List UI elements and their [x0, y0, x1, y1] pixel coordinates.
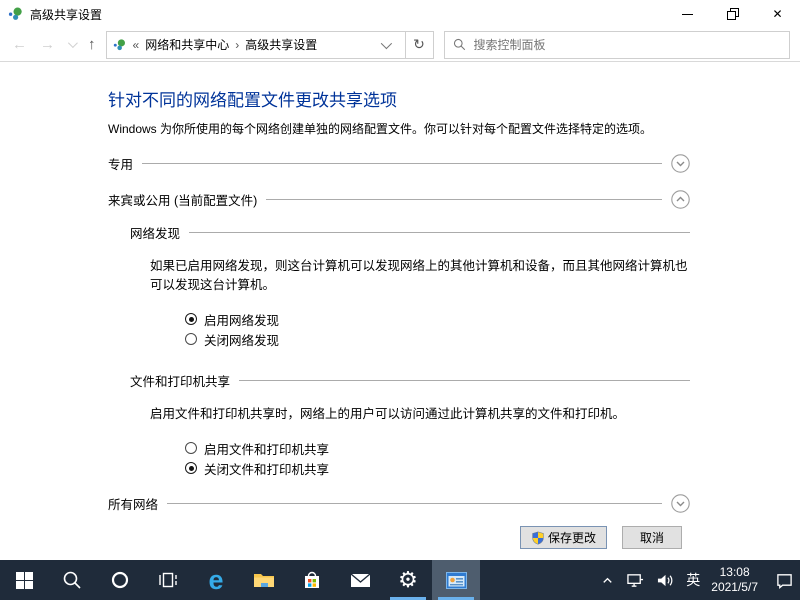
- network-discovery-block: 网络发现 如果已启用网络发现，则这台计算机可以发现网络上的其他计算机和设备，而且…: [130, 223, 690, 478]
- cortana-button[interactable]: [96, 560, 144, 600]
- radio-disable-network-discovery[interactable]: 关闭网络发现: [185, 329, 690, 349]
- profile-section-guest-public: 来宾或公用 (当前配置文件): [108, 190, 690, 209]
- history-dropdown-icon[interactable]: [68, 38, 78, 48]
- task-view-button[interactable]: [144, 560, 192, 600]
- network-status-icon[interactable]: [626, 572, 645, 589]
- search-icon: [453, 38, 466, 51]
- action-center-icon[interactable]: [775, 572, 794, 589]
- settings-app-button[interactable]: ⚙: [384, 560, 432, 600]
- save-button-label: 保存更改: [548, 529, 596, 546]
- divider: [189, 232, 690, 233]
- radio-label[interactable]: 启用文件和打印机共享: [204, 439, 329, 458]
- divider: [142, 163, 662, 164]
- profile-section-all-networks: 所有网络: [108, 494, 690, 513]
- divider: [167, 503, 662, 504]
- divider: [239, 380, 690, 381]
- close-button[interactable]: ✕: [755, 0, 800, 28]
- page-intro: Windows 为你所使用的每个网络创建单独的网络配置文件。你可以针对每个配置文…: [108, 120, 690, 137]
- radio-disable-file-printer-sharing[interactable]: 关闭文件和打印机共享: [185, 458, 690, 478]
- network-sharing-icon: [113, 38, 127, 52]
- window-title: 高级共享设置: [30, 6, 102, 23]
- radio-label[interactable]: 启用网络发现: [204, 310, 279, 329]
- address-dropdown-icon[interactable]: [380, 37, 391, 48]
- forward-icon[interactable]: →: [40, 37, 55, 52]
- radio-icon[interactable]: [185, 462, 197, 474]
- edge-button[interactable]: e: [192, 560, 240, 600]
- profile-all-networks-label: 所有网络: [108, 494, 158, 513]
- chevron-up-icon[interactable]: [671, 190, 690, 209]
- gear-icon: ⚙: [398, 569, 418, 591]
- file-printer-sharing-title: 文件和打印机共享: [130, 371, 230, 390]
- radio-icon[interactable]: [185, 313, 197, 325]
- task-view-icon: [158, 570, 178, 590]
- search-box[interactable]: [444, 31, 791, 59]
- chevron-down-icon[interactable]: [671, 154, 690, 173]
- taskbar-search-button[interactable]: [48, 560, 96, 600]
- search-icon: [62, 570, 82, 590]
- store-icon: [302, 570, 322, 590]
- minimize-icon: [682, 14, 693, 15]
- volume-icon[interactable]: [656, 572, 675, 589]
- edge-icon: e: [208, 567, 223, 594]
- cancel-button[interactable]: 取消: [622, 526, 682, 549]
- restore-icon: [727, 8, 739, 20]
- mail-button[interactable]: [336, 560, 384, 600]
- radio-enable-network-discovery[interactable]: 启用网络发现: [185, 309, 690, 329]
- refresh-button[interactable]: ↻: [405, 32, 433, 58]
- back-icon[interactable]: ←: [12, 37, 27, 52]
- profile-section-private: 专用: [108, 154, 690, 173]
- minimize-button[interactable]: [665, 0, 710, 28]
- profile-private-label: 专用: [108, 154, 133, 173]
- radio-icon[interactable]: [185, 442, 197, 454]
- title-bar: 高级共享设置 ✕: [0, 0, 800, 28]
- advanced-sharing-settings-window: 高级共享设置 ✕ ← → ↑: [0, 0, 800, 560]
- clock[interactable]: 13:08 2021/5/7: [711, 565, 758, 595]
- store-button[interactable]: [288, 560, 336, 600]
- tray-chevron-up-icon[interactable]: [600, 573, 615, 588]
- search-input[interactable]: [474, 38, 782, 52]
- settings-content: 针对不同的网络配置文件更改共享选项 Windows 为你所使用的每个网络创建单独…: [0, 62, 800, 559]
- restore-button[interactable]: [710, 0, 755, 28]
- control-panel-window-icon: [446, 572, 467, 589]
- mail-icon: [350, 572, 371, 589]
- breadcrumb-separator-icon[interactable]: ›: [235, 38, 239, 52]
- uac-shield-icon: [531, 531, 545, 545]
- breadcrumb-prefix[interactable]: «: [133, 38, 140, 52]
- control-panel-app-button[interactable]: [432, 560, 480, 600]
- network-discovery-description: 如果已启用网络发现，则这台计算机可以发现网络上的其他计算机和设备，而且其他网络计…: [150, 257, 695, 295]
- radio-icon[interactable]: [185, 333, 197, 345]
- divider: [266, 199, 662, 200]
- address-bar[interactable]: « 网络和共享中心 › 高级共享设置 ↻: [106, 31, 434, 59]
- profile-guest-label: 来宾或公用 (当前配置文件): [108, 190, 257, 209]
- radio-label[interactable]: 关闭文件和打印机共享: [204, 459, 329, 478]
- up-icon[interactable]: ↑: [88, 37, 96, 52]
- breadcrumb-item-network-center[interactable]: 网络和共享中心: [145, 36, 229, 53]
- breadcrumb-item-advanced-sharing[interactable]: 高级共享设置: [245, 36, 317, 53]
- taskbar: e ⚙: [0, 560, 800, 600]
- cortana-icon: [110, 570, 130, 590]
- clock-date: 2021/5/7: [711, 580, 758, 595]
- start-button[interactable]: [0, 560, 48, 600]
- windows-logo-icon: [16, 572, 33, 589]
- ime-indicator[interactable]: 英: [686, 570, 700, 590]
- radio-label[interactable]: 关闭网络发现: [204, 330, 279, 349]
- breadcrumb: « 网络和共享中心 › 高级共享设置: [107, 36, 405, 53]
- file-explorer-icon: [253, 571, 275, 589]
- save-changes-button[interactable]: 保存更改: [520, 526, 607, 549]
- navigation-toolbar: ← → ↑ « 网络和共享中心 › 高级共享设置 ↻: [0, 28, 800, 62]
- file-printer-sharing-description: 启用文件和打印机共享时，网络上的用户可以访问通过此计算机共享的文件和打印机。: [150, 405, 695, 424]
- chevron-down-icon[interactable]: [671, 494, 690, 513]
- network-discovery-title: 网络发现: [130, 223, 180, 242]
- page-title: 针对不同的网络配置文件更改共享选项: [108, 62, 690, 111]
- cancel-button-label: 取消: [640, 529, 664, 546]
- system-tray: 英 13:08 2021/5/7: [600, 560, 794, 600]
- network-sharing-icon: [8, 6, 24, 22]
- file-explorer-button[interactable]: [240, 560, 288, 600]
- clock-time: 13:08: [711, 565, 758, 580]
- radio-enable-file-printer-sharing[interactable]: 启用文件和打印机共享: [185, 438, 690, 458]
